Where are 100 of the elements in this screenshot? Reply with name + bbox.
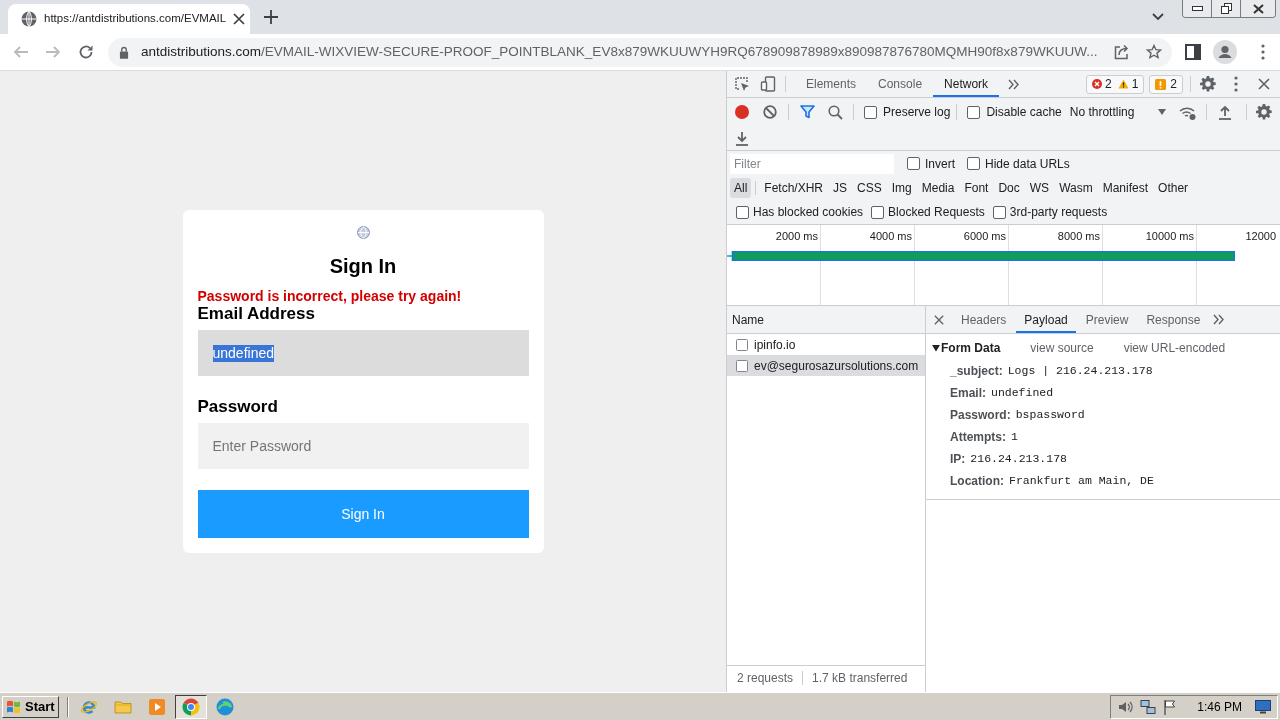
kebab-menu-icon[interactable]: [1261, 44, 1265, 60]
checkbox[interactable]: [864, 105, 877, 119]
device-toolbar-icon[interactable]: [760, 76, 776, 92]
detail-tab[interactable]: Preview: [1077, 306, 1137, 333]
field-label: Password: [197, 397, 279, 417]
form-field-value: 216.24.213.178: [970, 451, 1067, 468]
console-counter[interactable]: 2 1: [1085, 74, 1145, 94]
segmented-circle-icon: [181, 697, 200, 716]
request-row[interactable]: ev@segurosazursolutions.com: [727, 355, 925, 376]
side-panel-icon[interactable]: [1185, 44, 1201, 60]
type-filter-button[interactable]: JS: [829, 178, 852, 198]
taskbar-app-button[interactable]: [174, 694, 207, 719]
share-icon[interactable]: [1114, 44, 1130, 60]
checkbox-label[interactable]: Disable cache: [986, 103, 1062, 121]
password-field[interactable]: Enter Password: [197, 423, 529, 469]
download-icon[interactable]: [735, 130, 749, 146]
checkbox-label[interactable]: Blocked Requests: [888, 203, 985, 221]
type-filter-button[interactable]: Wasm: [1055, 178, 1097, 198]
close-button[interactable]: [1241, 0, 1275, 17]
issues-counter[interactable]: 2: [1149, 74, 1183, 94]
double-chevron-icon[interactable]: [1212, 314, 1224, 325]
swirl-icon: [215, 697, 234, 716]
upload-icon[interactable]: [1217, 104, 1232, 120]
checkbox[interactable]: [967, 105, 981, 119]
network-icon[interactable]: [1140, 698, 1157, 715]
form-field-value: Frankfurt am Main, DE: [1009, 473, 1154, 490]
restore-button[interactable]: [1212, 0, 1241, 17]
minimize-icon: [1191, 6, 1203, 11]
timeline-tick-label: 4000 ms: [869, 229, 912, 243]
checkbox[interactable]: [992, 205, 1006, 219]
warning-count: 1: [1131, 76, 1139, 93]
form-field-key: IP:: [950, 450, 966, 468]
detail-tab[interactable]: Response: [1138, 306, 1209, 333]
clear-icon[interactable]: [763, 105, 777, 119]
detail-tab[interactable]: Payload: [1016, 306, 1076, 333]
type-filter-button[interactable]: Fetch/XHR: [760, 178, 828, 198]
payload-view-link[interactable]: view URL-encoded: [1123, 338, 1226, 357]
search-icon[interactable]: [827, 104, 843, 120]
kebab-menu-icon[interactable]: [1234, 76, 1238, 92]
filter-icon[interactable]: [799, 105, 815, 119]
close-icon: [1252, 3, 1264, 14]
close-icon[interactable]: [1258, 78, 1270, 90]
checkbox-label[interactable]: 3rd-party requests: [1009, 203, 1108, 221]
address-bar[interactable]: antdistributions.com/EVMAIL-WIXVIEW-SECURE-PROOF_POINTBLANK_EV8x879WKUUWYH9RQ678909878989x890987876780MQMH90f8x879WKUUW...: [108, 37, 1172, 67]
clock-time: 1:46 PM: [1197, 698, 1242, 716]
checkbox[interactable]: [907, 157, 920, 170]
settings-icon[interactable]: [1200, 76, 1216, 92]
error-count: 2: [1104, 76, 1112, 93]
checkbox[interactable]: [967, 157, 980, 170]
checkbox[interactable]: [736, 205, 749, 219]
detail-tab[interactable]: Headers: [953, 306, 1015, 333]
sign-in-title: Sign In: [328, 254, 398, 278]
checkbox-label[interactable]: Preserve log: [883, 103, 951, 121]
back-arrow-icon: [13, 44, 29, 60]
status-text: 2 requests: [737, 670, 794, 687]
star-icon[interactable]: [1146, 44, 1162, 60]
minimize-button[interactable]: [1183, 0, 1212, 17]
type-filter-button[interactable]: Media: [917, 178, 959, 198]
checkbox[interactable]: [871, 205, 885, 219]
type-filter-button[interactable]: CSS: [853, 178, 886, 198]
record-icon[interactable]: [735, 105, 749, 119]
double-chevron-icon[interactable]: [1007, 78, 1019, 90]
reload-icon[interactable]: [78, 44, 94, 60]
settings-icon[interactable]: [1256, 104, 1272, 120]
start-button[interactable]: Start: [2, 695, 59, 718]
caret-icon[interactable]: [932, 343, 940, 352]
profile-avatar-icon[interactable]: [1213, 40, 1237, 64]
form-field-value: Logs | 216.24.213.178: [1007, 363, 1153, 380]
type-filter-button[interactable]: Font: [960, 178, 993, 198]
url-path: /EVMAIL-WIXVIEW-SECURE-PROOF_POINTBLANK_EV8x879WKUUWYH9RQ678909878989x890987876780MQMH90f8x879WKUUW...: [261, 42, 1098, 61]
form-field-key: _subject:: [950, 362, 1003, 380]
type-filter-button[interactable]: Manifest: [1098, 178, 1153, 198]
close-icon[interactable]: [233, 13, 246, 25]
close-icon[interactable]: [934, 314, 944, 325]
browser-tab[interactable]: https://antdistributions.com/EVMAIL: [8, 4, 250, 34]
wifi-settings-icon[interactable]: [1179, 104, 1197, 120]
checkbox-label[interactable]: Hide data URLs: [985, 154, 1070, 173]
checkbox-label[interactable]: Invert: [925, 154, 955, 173]
filter-field[interactable]: Filter: [730, 153, 894, 174]
type-filter-button[interactable]: Doc: [994, 178, 1024, 198]
throttling-dropdown[interactable]: No throttling: [1069, 103, 1169, 121]
inspect-element-icon[interactable]: [734, 76, 750, 92]
chevron-down-icon[interactable]: [1152, 13, 1164, 21]
type-filter-button[interactable]: WS: [1025, 178, 1054, 198]
section-title[interactable]: Form Data: [941, 338, 1001, 357]
type-filter-button[interactable]: Img: [887, 178, 916, 198]
type-filter-button[interactable]: All: [730, 178, 752, 198]
email-field[interactable]: undefined: [197, 330, 529, 376]
panel-tab[interactable]: Elements: [795, 71, 868, 97]
desktop-icon[interactable]: [1255, 699, 1271, 714]
type-filter-button[interactable]: Other: [1154, 178, 1193, 198]
waving-flag-icon: [6, 699, 22, 714]
flag-icon[interactable]: [1163, 698, 1178, 715]
panel-tab[interactable]: Console: [867, 71, 934, 97]
payload-view-link[interactable]: view source: [1030, 338, 1094, 357]
forward-arrow-icon: [45, 44, 61, 60]
form-field-key: Password:: [950, 406, 1011, 424]
plus-icon[interactable]: [264, 10, 278, 24]
blank-page-icon: [736, 338, 748, 351]
checkbox-label[interactable]: Has blocked cookies: [753, 203, 864, 221]
